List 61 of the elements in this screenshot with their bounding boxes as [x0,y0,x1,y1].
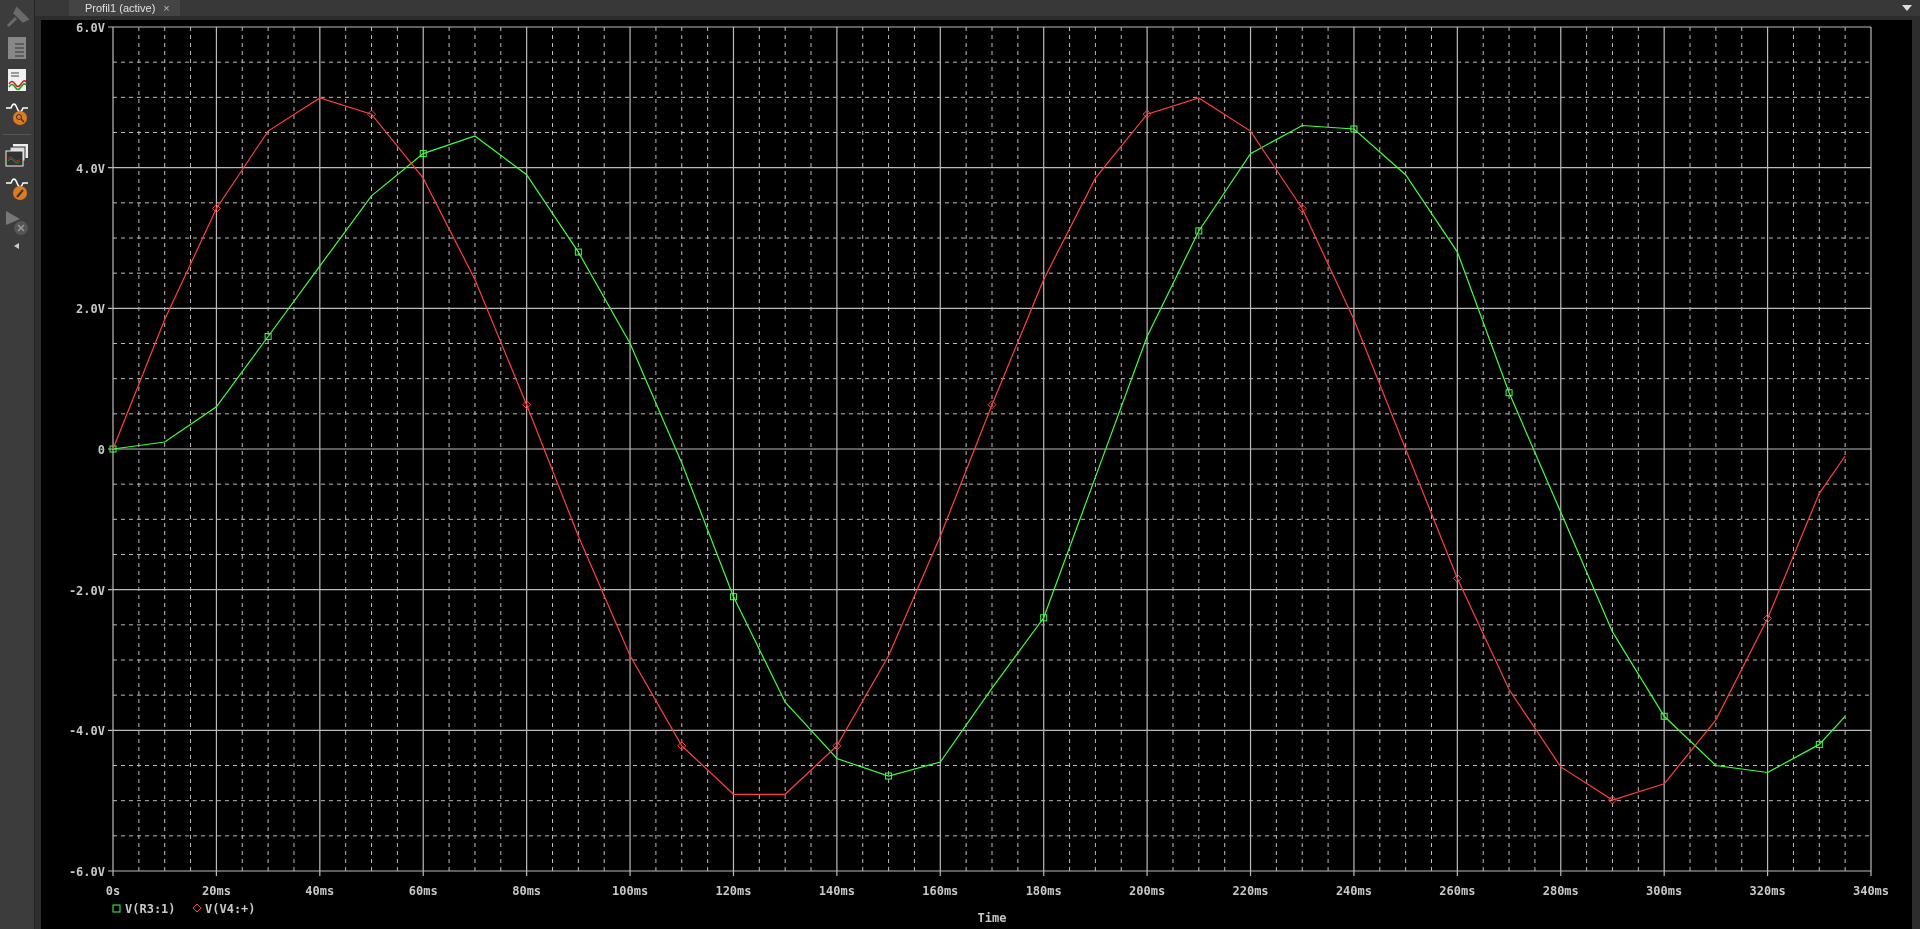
x-tick-label: 120ms [715,884,752,898]
x-tick-label: 320ms [1749,884,1786,898]
data-marker [264,332,272,340]
x-tick-label: 180ms [1025,884,1062,898]
y-tick-label: 6.0V [76,21,105,35]
x-tick-label: 40ms [305,884,335,898]
data-marker [987,400,997,410]
data-marker [1297,203,1307,213]
data-marker [1660,712,1668,720]
x-tick-label: 240ms [1335,884,1372,898]
data-marker [885,772,893,780]
x-tick-label: 280ms [1542,884,1579,898]
x-tick-label: 80ms [512,884,542,898]
data-marker [1815,740,1823,748]
x-tick-label: 140ms [818,884,855,898]
document-icon[interactable] [6,36,28,60]
data-marker [1607,795,1617,805]
data-marker [1142,109,1152,119]
y-tick-label: 2.0V [76,302,105,317]
data-marker [1350,125,1358,133]
x-tick-label: 200ms [1129,884,1166,898]
legend-label: V(R3:1) [125,902,176,916]
window-stack-icon[interactable] [4,143,30,167]
x-tick-label: 220ms [1232,884,1269,898]
x-tick-label: 20ms [201,884,231,898]
data-marker [419,150,427,158]
x-tick-label: 100ms [612,884,649,898]
x-tick-label: 0s [105,884,121,898]
x-tick-label: 340ms [1852,884,1890,898]
x-tick-label: 260ms [1439,884,1476,898]
data-marker [1505,389,1513,397]
data-marker [677,741,687,751]
data-marker [211,203,221,213]
data-marker [1040,614,1048,622]
y-tick-label: 0 [97,443,105,457]
y-tick-label: -6.0V [68,865,105,879]
y-tick-label: 4.0V [76,161,105,176]
y-tick-label: -4.0V [68,724,105,739]
dropdown-caret-icon[interactable] [1902,5,1912,11]
data-marker [367,109,377,119]
data-marker [1452,573,1462,583]
x-tick-label: 60ms [408,884,438,898]
data-marker [109,445,117,453]
wave-tools-icon[interactable] [4,209,30,235]
data-marker [522,400,532,410]
legend-label: V(V4:+) [205,902,256,916]
data-marker [729,593,737,601]
close-icon[interactable]: × [163,2,170,14]
data-marker [574,248,582,256]
data-marker [1195,227,1203,235]
y-tick-label: -2.0V [68,583,105,598]
waveform-document-icon[interactable] [6,68,28,92]
data-marker [832,741,842,751]
x-tick-label: 160ms [922,884,959,898]
document-tab[interactable]: Profil1 (active) × [69,0,180,16]
data-marker [1763,614,1773,623]
wave-search-icon[interactable] [4,100,30,126]
x-tick-label: 300ms [1646,884,1683,898]
collapse-arrow-icon[interactable] [14,243,20,249]
wave-pencil-icon[interactable] [4,175,30,201]
x-axis-title: Time [977,911,1007,925]
